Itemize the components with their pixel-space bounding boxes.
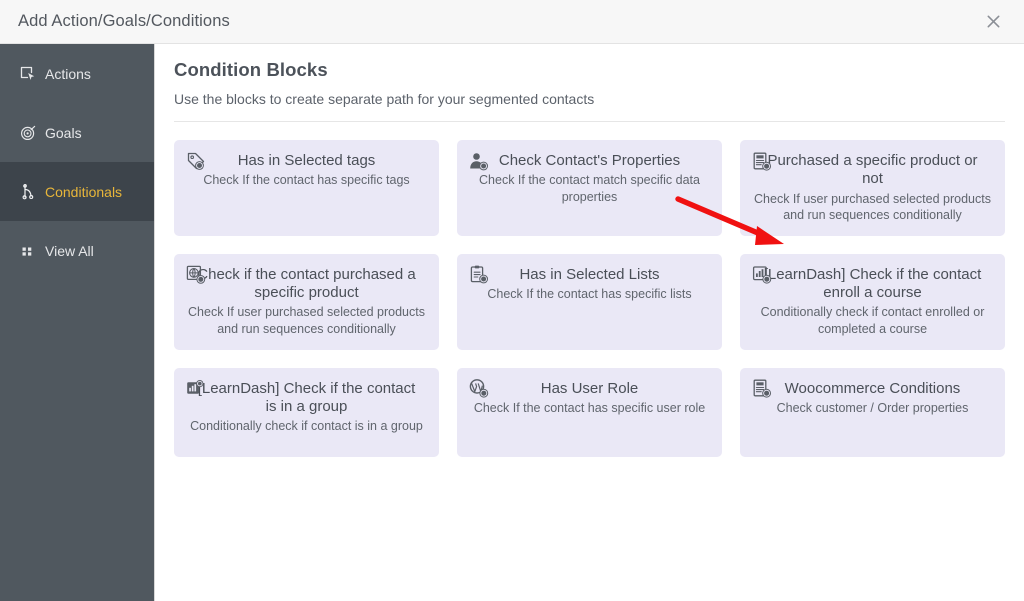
close-icon <box>987 15 1000 28</box>
condition-card[interactable]: Check Contact's Properties Check If the … <box>457 140 722 236</box>
condition-card[interactable]: Has in Selected tags Check If the contac… <box>174 140 439 236</box>
sidebar-item-goals[interactable]: Goals <box>0 103 154 162</box>
contact-person-icon <box>466 149 491 174</box>
grid-icon <box>19 242 36 259</box>
card-title: Has in Selected Lists <box>469 266 710 284</box>
close-button[interactable] <box>976 7 1010 37</box>
sidebar-item-label: Goals <box>45 126 82 140</box>
dialog-body: Actions Goals <box>0 44 1024 601</box>
card-description: Conditionally check if contact enrolled … <box>752 304 993 337</box>
clipboard-list-icon <box>466 263 491 288</box>
globe-cart-icon <box>183 263 208 288</box>
wordpress-icon <box>466 377 491 402</box>
card-description: Check If user purchased selected product… <box>186 304 427 337</box>
card-title: Check Contact's Properties <box>469 152 710 170</box>
card-title: Check if the contact purchased a specifi… <box>186 266 427 303</box>
condition-card-learndash-enroll[interactable]: [LearnDash] Check if the contact enroll … <box>740 254 1005 350</box>
sidebar-filler <box>0 280 154 601</box>
condition-card[interactable]: Has in Selected Lists Check If the conta… <box>457 254 722 350</box>
page-subtitle: Use the blocks to create separate path f… <box>174 91 1005 122</box>
condition-card[interactable]: Has User Role Check If the contact has s… <box>457 368 722 457</box>
card-description: Check If user purchased selected product… <box>752 191 993 224</box>
card-description: Check If the contact has specific lists <box>469 286 710 303</box>
sidebar-item-label: View All <box>45 244 94 258</box>
dialog-title: Add Action/Goals/Conditions <box>18 12 230 31</box>
learndash-group-icon <box>183 377 208 402</box>
condition-card[interactable]: Purchased a specific product or not Chec… <box>740 140 1005 236</box>
sidebar-item-view-all[interactable]: View All <box>0 221 154 280</box>
receipt-icon <box>749 377 774 402</box>
card-title: [LearnDash] Check if the contact is in a… <box>186 380 427 417</box>
condition-block-grid: Has in Selected tags Check If the contac… <box>174 140 1005 457</box>
card-title: Has User Role <box>469 380 710 398</box>
card-description: Check customer / Order properties <box>752 400 993 417</box>
main-panel: Condition Blocks Use the blocks to creat… <box>155 44 1024 601</box>
dialog-titlebar: Add Action/Goals/Conditions <box>0 0 1024 44</box>
sidebar-item-actions[interactable]: Actions <box>0 44 154 103</box>
tag-icon <box>183 149 208 174</box>
card-title: Has in Selected tags <box>186 152 427 170</box>
goals-target-icon <box>19 124 36 141</box>
condition-card[interactable]: Woocommerce Conditions Check customer / … <box>740 368 1005 457</box>
receipt-icon <box>749 149 774 174</box>
learndash-chart-icon <box>749 263 774 288</box>
card-description: Check If the contact match specific data… <box>469 172 710 205</box>
sidebar: Actions Goals <box>0 44 155 601</box>
sidebar-item-conditionals[interactable]: Conditionals <box>0 162 154 221</box>
card-title: Purchased a specific product or not <box>752 152 993 189</box>
card-description: Conditionally check if contact is in a g… <box>186 418 427 435</box>
condition-card[interactable]: [LearnDash] Check if the contact is in a… <box>174 368 439 457</box>
actions-icon <box>19 65 36 82</box>
card-description: Check If the contact has specific user r… <box>469 400 710 417</box>
add-action-dialog: Add Action/Goals/Conditions Actions <box>0 0 1024 601</box>
sidebar-item-label: Actions <box>45 67 91 81</box>
condition-card[interactable]: Check if the contact purchased a specifi… <box>174 254 439 350</box>
sidebar-item-label: Conditionals <box>45 185 122 199</box>
card-description: Check If the contact has specific tags <box>186 172 427 189</box>
branch-icon <box>19 183 36 200</box>
card-title: [LearnDash] Check if the contact enroll … <box>752 266 993 303</box>
page-title: Condition Blocks <box>174 59 1005 81</box>
card-title: Woocommerce Conditions <box>752 380 993 398</box>
